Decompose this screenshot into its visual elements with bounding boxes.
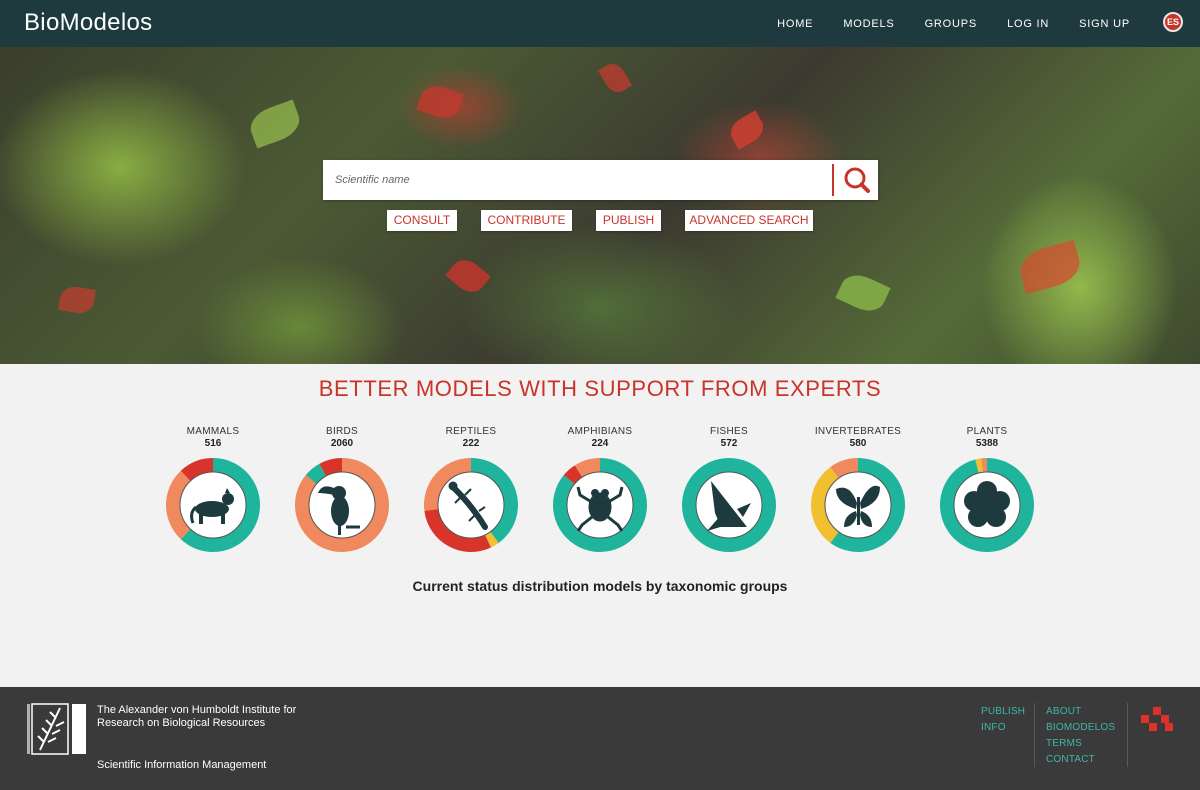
footer-link-about-line1: ABOUT [1046, 706, 1082, 717]
invertebrates-donut-chart [811, 458, 905, 552]
footer-links-right: ABOUT BIOMODELOS TERMS CONTACT [1046, 704, 1115, 768]
group-amphibians[interactable]: AMPHIBIANS 224 [545, 426, 655, 553]
group-count: 222 [462, 438, 480, 449]
footer-link-about-line2: BIOMODELOS [1046, 722, 1116, 733]
footer-link-info[interactable]: INFO [981, 720, 1025, 736]
hero-banner: CONSULT CONTRIBUTE PUBLISH ADVANCED SEAR… [0, 47, 1200, 364]
group-name: FISHES [710, 426, 748, 437]
group-mammals[interactable]: MAMMALS 516 [158, 426, 268, 553]
hero-leaf-decoration [416, 81, 464, 123]
nav-groups[interactable]: GROUPS [925, 18, 977, 30]
chart-caption: Current status distribution models by ta… [412, 578, 788, 594]
group-count: 572 [720, 438, 738, 449]
tagline: BETTER MODELS WITH SUPPORT FROM EXPERTS [318, 376, 882, 401]
search-icon [844, 167, 870, 193]
pixel-logo-icon [1141, 707, 1173, 731]
footer-divider [1034, 703, 1035, 767]
taxonomic-groups: MAMMALS 516 BIRDS 2060 REPTILES 222 AMPH… [0, 426, 1200, 566]
humboldt-logo-icon [27, 703, 86, 755]
group-name: PLANTS [966, 426, 1008, 437]
main-nav: HOME MODELS GROUPS LOG IN SIGN UP [747, 0, 1130, 47]
scientific-name-input[interactable] [323, 160, 828, 200]
hero-leaf-decoration [245, 99, 305, 149]
reptiles-donut-chart [424, 458, 518, 552]
group-name: AMPHIBIANS [567, 426, 633, 437]
group-plants[interactable]: PLANTS 5388 [932, 426, 1042, 553]
group-name: BIRDS [325, 426, 359, 437]
group-count: 516 [204, 438, 222, 449]
nav-signup[interactable]: SIGN UP [1079, 18, 1130, 30]
group-count: 224 [591, 438, 609, 449]
plants-donut-chart [940, 458, 1034, 552]
hero-leaf-decoration [58, 284, 96, 316]
footer-link-publish[interactable]: PUBLISH [981, 704, 1025, 720]
group-name: INVERTEBRATES [814, 426, 902, 437]
nav-models[interactable]: MODELS [843, 18, 894, 30]
footer-link-about[interactable]: ABOUT BIOMODELOS [1046, 704, 1115, 736]
hero-leaf-decoration [1015, 239, 1085, 295]
group-name: MAMMALS [186, 426, 240, 437]
hero-leaf-decoration [445, 253, 491, 299]
search-divider [832, 164, 834, 196]
top-navbar: BioModelos HOME MODELS GROUPS LOG IN SIG… [0, 0, 1200, 47]
advanced-search-button[interactable]: ADVANCED SEARCH [685, 210, 813, 231]
consult-button[interactable]: CONSULT [387, 210, 457, 231]
footer-link-contact[interactable]: CONTACT [1046, 752, 1115, 768]
group-count: 5388 [975, 438, 999, 449]
group-count: 580 [849, 438, 867, 449]
mammals-donut-chart [166, 458, 260, 552]
group-fishes[interactable]: FISHES 572 [674, 426, 784, 553]
group-name: REPTILES [445, 426, 497, 437]
birds-donut-chart [295, 458, 389, 552]
nav-login[interactable]: LOG IN [1007, 18, 1049, 30]
search-bar [323, 160, 878, 200]
footer-link-terms[interactable]: TERMS [1046, 736, 1115, 752]
search-button[interactable] [836, 160, 878, 200]
group-birds[interactable]: BIRDS 2060 [287, 426, 397, 553]
footer-divider [1127, 703, 1128, 767]
brand-logo-text[interactable]: BioModelos [24, 9, 152, 37]
footer: The Alexander von Humboldt Institute for… [0, 687, 1200, 790]
nav-home[interactable]: HOME [777, 18, 813, 30]
group-reptiles[interactable]: REPTILES 222 [416, 426, 526, 553]
fishes-donut-chart [682, 458, 776, 552]
scientific-information-management: Scientific Information Management [97, 759, 267, 771]
hero-leaf-decoration [725, 110, 769, 150]
contribute-button[interactable]: CONTRIBUTE [481, 210, 572, 231]
group-count: 2060 [330, 438, 354, 449]
hero-leaf-decoration [835, 268, 891, 318]
hero-leaf-decoration [597, 59, 633, 97]
group-invertebrates[interactable]: INVERTEBRATES 580 [803, 426, 913, 553]
institute-name: The Alexander von Humboldt Institute for… [97, 704, 297, 729]
amphibians-donut-chart [553, 458, 647, 552]
publish-button[interactable]: PUBLISH [596, 210, 661, 231]
language-toggle[interactable]: ES [1163, 12, 1183, 32]
footer-links-left: PUBLISH INFO [981, 704, 1025, 736]
